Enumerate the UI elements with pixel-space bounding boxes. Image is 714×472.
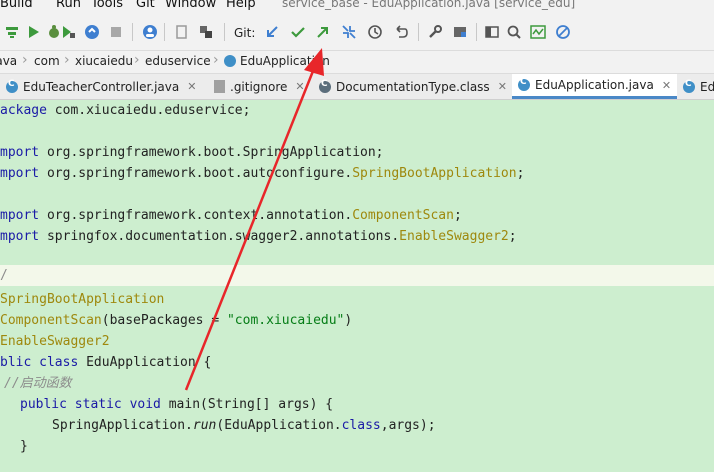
settings-wrench-icon[interactable] — [425, 22, 445, 42]
close-icon[interactable]: ✕ — [187, 80, 196, 93]
avatar-icon[interactable] — [140, 22, 160, 42]
class-icon — [319, 79, 331, 93]
toolbar-separator — [224, 23, 225, 41]
run-config-icon[interactable] — [24, 22, 44, 42]
history-icon[interactable] — [365, 22, 385, 42]
tab-label: DocumentationType.class — [336, 79, 490, 94]
rollback-icon[interactable] — [391, 22, 411, 42]
git-label: Git: — [234, 26, 256, 40]
breadcrumb-com[interactable]: com — [34, 54, 60, 68]
editor-tabs: EduTeacherController.java ✕ .gitignore ✕… — [0, 74, 714, 100]
toolbar-separator — [476, 23, 477, 41]
code-line-9: / — [0, 268, 8, 283]
caret-line-highlight — [0, 265, 714, 286]
code-line-15: public static void main(String[] args) { — [20, 397, 334, 412]
stop-icon[interactable] — [106, 22, 126, 42]
code-line-17: } — [20, 439, 28, 454]
breadcrumb-eduapplication-label: EduApplication — [240, 54, 330, 68]
class-icon — [518, 77, 530, 91]
tab-gitignore[interactable]: .gitignore ✕ — [214, 74, 305, 99]
close-icon[interactable]: ✕ — [295, 80, 304, 93]
no-icon[interactable] — [553, 22, 573, 42]
code-editor[interactable]: ackage com.xiucaiedu.eduservice; mport o… — [0, 100, 714, 472]
tab-documentationtype[interactable]: DocumentationType.class ✕ — [319, 74, 507, 99]
class-icon — [6, 79, 18, 93]
code-line-12: EnableSwagger2 — [0, 334, 110, 349]
build-icon[interactable] — [2, 22, 22, 42]
search-icon[interactable] — [504, 22, 524, 42]
main-toolbar: Git: — [0, 14, 714, 51]
chevron-right-icon: › — [213, 52, 219, 68]
tab-eduteachercontroller[interactable]: EduTeacherController.java ✕ — [6, 74, 196, 99]
toolbar-separator — [418, 23, 419, 41]
project-icon[interactable] — [172, 22, 192, 42]
code-line-10: SpringBootApplication — [0, 292, 165, 307]
code-line-7: mport springfox.documentation.swagger2.a… — [0, 229, 517, 244]
tab-label: Ed — [700, 79, 714, 94]
code-line-14: //启动函数 — [4, 376, 72, 391]
breadcrumb-xiucaiedu[interactable]: xiucaiedu — [75, 54, 133, 68]
menu-build[interactable]: Build — [0, 0, 33, 11]
sync-icon[interactable] — [196, 22, 216, 42]
window-title: service_base - EduApplication.java [serv… — [282, 0, 576, 10]
breadcrumb: java › com › xiucaiedu › eduservice › Ed… — [0, 51, 714, 74]
monitor-icon[interactable] — [528, 22, 548, 42]
code-line-16: SpringApplication.run(EduApplication.cla… — [52, 418, 436, 433]
tab-label: .gitignore — [230, 79, 288, 94]
git-merge-icon[interactable] — [339, 22, 359, 42]
git-update-icon[interactable] — [262, 22, 282, 42]
menu-run[interactable]: Run — [56, 0, 81, 11]
toolbar-separator — [132, 23, 133, 41]
code-line-11: ComponentScan(basePackages = "com.xiucai… — [0, 313, 353, 328]
profile-icon[interactable] — [82, 22, 102, 42]
close-icon[interactable]: ✕ — [498, 80, 507, 93]
menu-window[interactable]: Window — [165, 0, 216, 11]
tab-label: EduTeacherController.java — [23, 79, 180, 94]
tab-label: EduApplication.java — [535, 78, 654, 92]
code-line-1: ackage com.xiucaiedu.eduservice; — [0, 103, 251, 118]
tab-overflow[interactable]: Ed — [683, 74, 714, 99]
class-icon — [683, 79, 695, 93]
class-icon — [224, 55, 236, 67]
code-line-4: mport org.springframework.boot.autoconfi… — [0, 166, 525, 181]
menu-bar: Build Run Tools Git Window Help service_… — [0, 0, 714, 14]
git-push-icon[interactable] — [313, 22, 333, 42]
tab-eduapplication[interactable]: EduApplication.java ✕ — [512, 74, 678, 99]
menu-git[interactable]: Git — [136, 0, 155, 11]
toolbar-separator — [164, 23, 165, 41]
chevron-right-icon: › — [134, 52, 140, 68]
code-line-13: blic class EduApplication { — [0, 355, 212, 370]
run-terminal-icon[interactable] — [482, 22, 502, 42]
project-structure-icon[interactable] — [450, 22, 470, 42]
coverage-icon[interactable] — [58, 22, 78, 42]
close-icon[interactable]: ✕ — [662, 79, 671, 92]
menu-help[interactable]: Help — [226, 0, 256, 11]
breadcrumb-eduservice[interactable]: eduservice — [145, 54, 211, 68]
breadcrumb-eduapplication[interactable]: EduApplication — [224, 54, 330, 68]
code-line-3: mport org.springframework.boot.SpringApp… — [0, 145, 384, 160]
chevron-right-icon: › — [22, 52, 28, 68]
breadcrumb-java[interactable]: java — [0, 54, 17, 68]
menu-tools[interactable]: Tools — [91, 0, 123, 11]
code-line-6: mport org.springframework.context.annota… — [0, 208, 462, 223]
gitignore-file-icon — [214, 80, 225, 93]
git-commit-icon[interactable] — [288, 22, 308, 42]
chevron-right-icon: › — [64, 52, 70, 68]
